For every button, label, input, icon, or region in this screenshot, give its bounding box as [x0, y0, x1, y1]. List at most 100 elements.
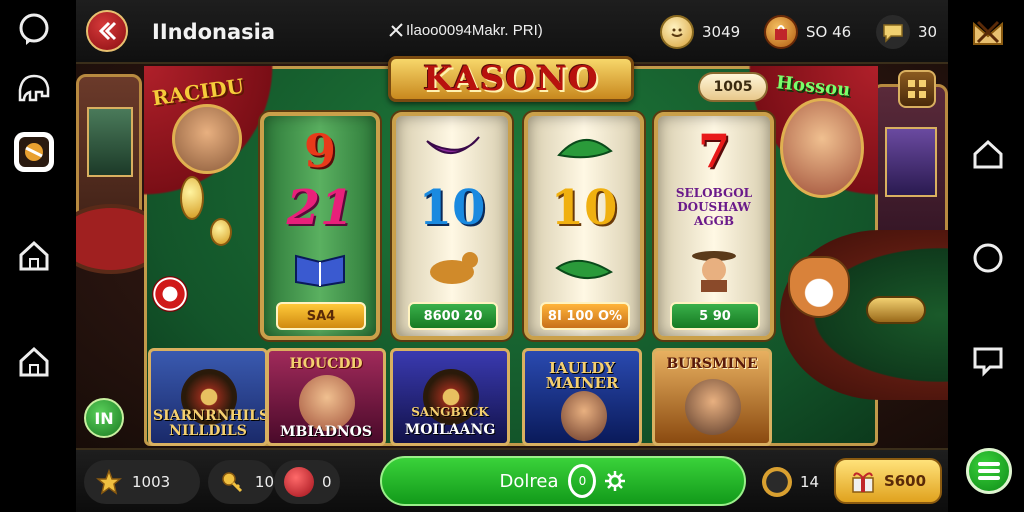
reel-symbol: 7 — [697, 124, 730, 178]
home-outline-icon[interactable] — [14, 342, 54, 382]
reel-3[interactable]: 10 8I 100 O% — [524, 112, 644, 340]
back-button[interactable] — [86, 10, 128, 52]
coins-pill[interactable]: 1003 — [84, 460, 200, 504]
messages-counter[interactable]: 30 — [876, 14, 937, 50]
timer-value: 14 — [800, 473, 820, 491]
top-bar: IIndonasia Ilaoo0094Makr. PRI) 3049 SO 4… — [76, 0, 948, 64]
pepper-icon — [396, 124, 508, 178]
reel-symbol: 21 — [286, 180, 354, 236]
game-tile-2[interactable]: HOUCDD MBIADNOS — [266, 348, 386, 446]
gold-coin-icon — [210, 218, 232, 246]
character-portrait-icon — [299, 375, 355, 431]
host-right-avatar — [780, 98, 864, 198]
smile-coin-icon — [660, 15, 694, 49]
host-right-label: Hossou — [775, 72, 852, 101]
side-in-button[interactable]: IN — [84, 398, 124, 438]
back-square-icon[interactable] — [968, 340, 1008, 380]
bottom-bar: 1003 10 0 Dolrea 0 14 S600 — [76, 448, 948, 512]
circle-home-icon[interactable] — [968, 238, 1008, 278]
system-nav-right — [948, 0, 1024, 512]
star-icon — [94, 467, 124, 497]
reel-payout: 8600 20 — [408, 302, 498, 330]
reel-4[interactable]: 7 SELOBGOL DOUSHAW AGGB 5 90 — [654, 112, 774, 340]
promo-text[interactable]: Ilaoo0094Makr. PRI) — [406, 22, 543, 39]
gift-bag-icon — [764, 15, 798, 49]
tile-caption: SIARNRNHILS NILLDILS — [153, 408, 268, 439]
gift-box-icon — [852, 472, 874, 493]
reel-text-symbol: SELOBGOL DOUSHAW AGGB — [675, 186, 753, 228]
key-icon — [218, 467, 247, 497]
game-title-banner: KASONO — [388, 56, 634, 102]
character-portrait-icon — [561, 391, 607, 441]
tile-caption: BURSMINE — [666, 356, 758, 372]
game-tile-4[interactable]: IAULDY MAINER — [522, 348, 642, 446]
elephant-icon[interactable] — [14, 68, 54, 108]
cowboy-icon — [658, 248, 770, 302]
reel-symbol: 9 — [303, 124, 336, 178]
game-title: KASONO — [423, 59, 599, 99]
jackpot-pill[interactable]: 1005 — [698, 72, 768, 102]
stopwatch-icon — [762, 467, 792, 497]
spin-ring: 0 — [568, 464, 597, 498]
shop-button[interactable]: S600 — [834, 458, 942, 504]
poker-chip-icon — [152, 276, 188, 312]
game-tile-3[interactable]: SANGBYCK MOILAANG — [390, 348, 510, 446]
reel-2[interactable]: 10 8600 20 — [392, 112, 512, 340]
leaf-icon — [528, 124, 640, 178]
chat-bubble-icon[interactable] — [14, 10, 54, 50]
keys-pill[interactable]: 10 — [208, 460, 274, 504]
screen: IIndonasia Ilaoo0094Makr. PRI) 3049 SO 4… — [0, 0, 1024, 512]
host-left: RACIDU — [151, 74, 262, 180]
gear-icon — [605, 471, 626, 491]
reel-payout: 5 90 — [670, 302, 760, 330]
region-label: IIndonasia — [152, 20, 276, 44]
reel-symbol: 10 — [550, 180, 618, 236]
close-x-icon[interactable] — [968, 12, 1008, 52]
grid-icon — [908, 80, 926, 98]
system-nav-left — [0, 0, 70, 512]
gems-value: 0 — [322, 473, 332, 491]
tile-caption: IAULDY MAINER — [545, 359, 619, 392]
tile-caption-bottom: MBIADNOS — [280, 424, 372, 440]
game-tile-5[interactable]: BURSMINE — [652, 348, 772, 446]
camel-icon — [396, 248, 508, 298]
game-tile-1[interactable]: SIARNRNHILS NILLDILS — [148, 348, 268, 446]
main-menu-button[interactable] — [966, 448, 1012, 494]
reel-1[interactable]: 9 21 SA4 — [260, 112, 380, 340]
spin-label: Dolrea — [499, 470, 559, 492]
reel-payout: 8I 100 O% — [540, 302, 630, 330]
character-portrait-icon — [685, 379, 741, 435]
messages-value: 30 — [918, 23, 938, 41]
slot-lever[interactable] — [866, 296, 926, 324]
balance-bonus[interactable]: SO 46 — [764, 14, 851, 50]
chevron-left-icon — [98, 21, 117, 41]
game-area: IIndonasia Ilaoo0094Makr. PRI) 3049 SO 4… — [76, 0, 948, 512]
dog-mascot-icon — [788, 256, 850, 318]
grid-menu-button[interactable] — [898, 70, 936, 108]
promo-tag-icon — [389, 23, 403, 37]
bonus-value: SO 46 — [806, 23, 852, 41]
gold-coin-icon — [180, 176, 204, 220]
hamburger-icon — [978, 462, 1000, 480]
balance-coins[interactable]: 3049 — [660, 14, 740, 50]
chat-bubble-icon — [876, 15, 910, 49]
home-icon[interactable] — [14, 236, 54, 276]
gems-pill[interactable]: 0 — [274, 460, 340, 504]
reel-payout: SA4 — [276, 302, 366, 330]
tile-caption-top: HOUCDD — [289, 356, 363, 372]
ruby-icon — [284, 467, 314, 497]
host-right: Hossou — [768, 72, 878, 206]
keys-value: 10 — [254, 473, 274, 491]
host-left-avatar — [172, 104, 242, 174]
tile-caption-bottom: MOILAANG — [404, 422, 496, 438]
home-icon[interactable] — [968, 134, 1008, 174]
app-shortcut-icon[interactable] — [14, 132, 54, 172]
tile-caption-top: SANGBYCK — [411, 405, 489, 419]
shop-label: S600 — [883, 472, 927, 490]
leaf-icon — [528, 248, 640, 298]
spin-button[interactable]: Dolrea 0 — [380, 456, 746, 506]
coins-value: 3049 — [702, 23, 741, 41]
book-icon — [264, 248, 376, 298]
reel-symbol: 10 — [418, 180, 486, 236]
timer-pill[interactable]: 14 — [752, 460, 824, 504]
